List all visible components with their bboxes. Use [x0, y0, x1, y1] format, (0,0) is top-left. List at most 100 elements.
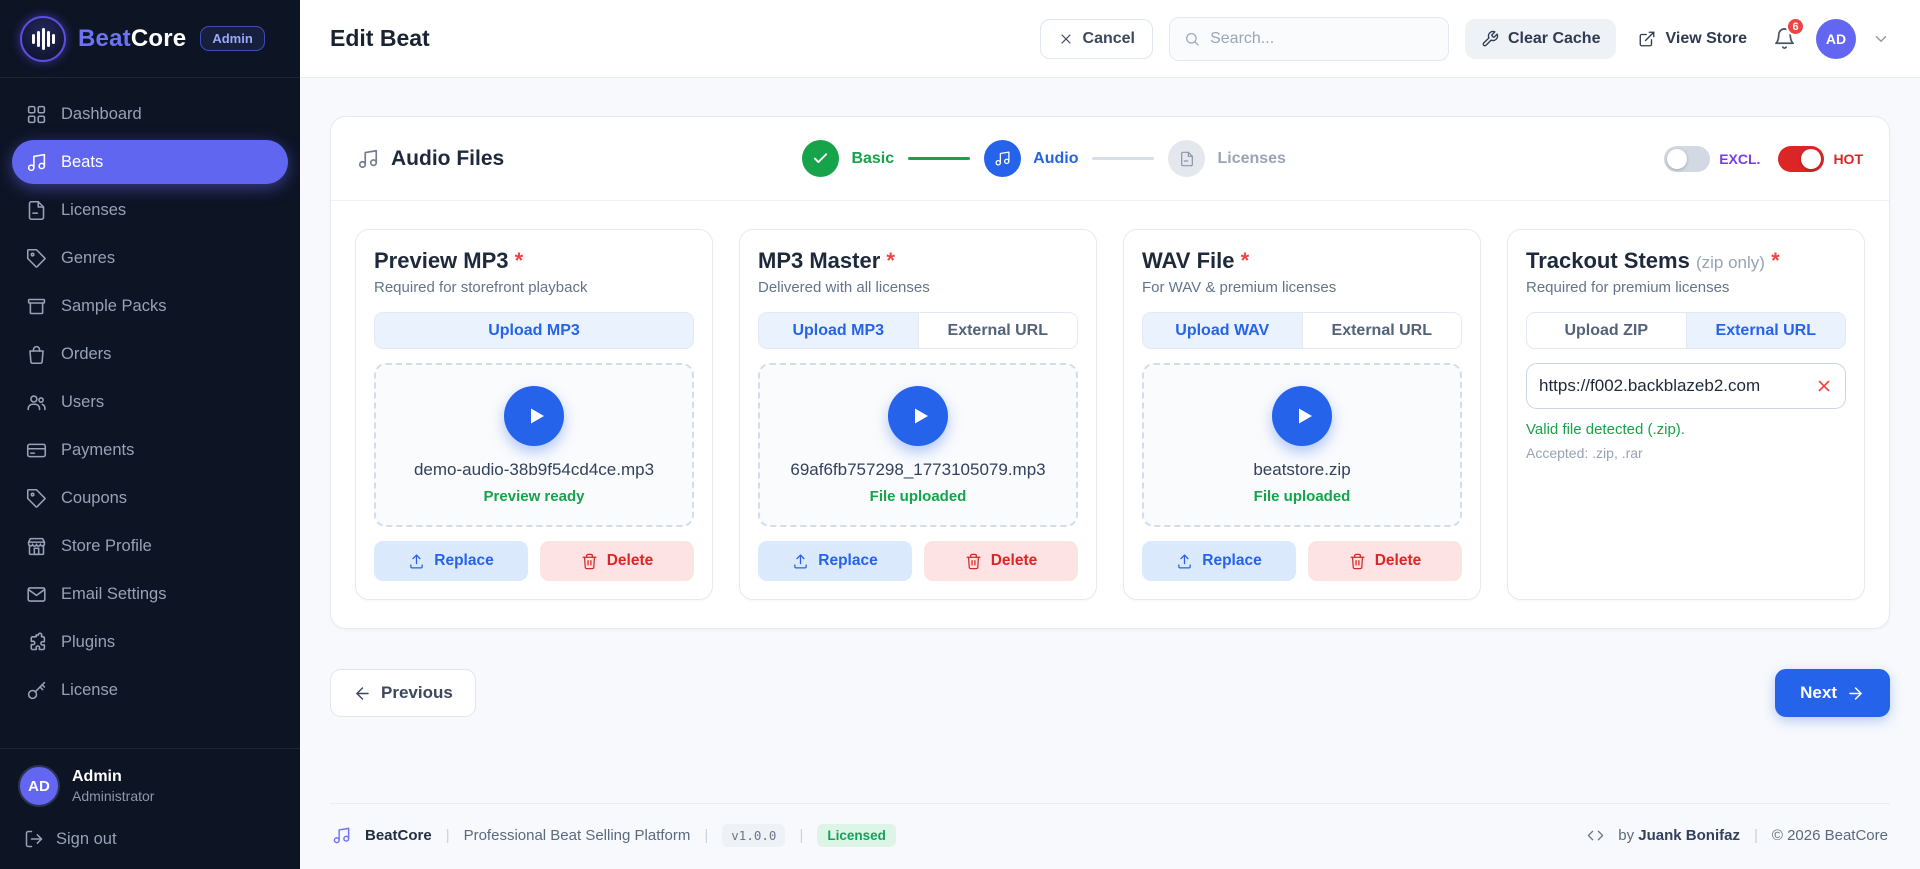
- tab-upload-wav[interactable]: Upload WAV: [1143, 313, 1302, 349]
- step-licenses[interactable]: Licenses: [1168, 140, 1286, 177]
- file-cards-grid: Preview MP3 * Required for storefront pl…: [331, 201, 1889, 628]
- tools-icon: [1481, 30, 1499, 48]
- delete-button[interactable]: Delete: [540, 541, 694, 582]
- user-role: Administrator: [72, 788, 155, 804]
- sidebar-item-email-settings[interactable]: Email Settings: [12, 572, 288, 616]
- notifications-button[interactable]: 6: [1769, 17, 1805, 54]
- main-column: Edit Beat Cancel Clear Cache View Store …: [300, 0, 1920, 869]
- search-input[interactable]: [1210, 29, 1434, 48]
- file-name: beatstore.zip: [1253, 459, 1351, 479]
- cancel-button[interactable]: Cancel: [1039, 18, 1153, 59]
- play-button[interactable]: [1272, 385, 1332, 446]
- code-icon: [1587, 827, 1604, 844]
- card-title: Trackout Stems (zip only) *: [1526, 248, 1780, 273]
- card-subtitle: Required for storefront playback: [374, 279, 588, 297]
- envelope-icon: [26, 584, 47, 605]
- sidebar-item-genres[interactable]: Genres: [12, 236, 288, 280]
- clear-cache-button[interactable]: Clear Cache: [1464, 18, 1617, 59]
- play-icon: [1292, 404, 1316, 428]
- card-subtitle: Delivered with all licenses: [758, 279, 930, 297]
- play-button[interactable]: [888, 385, 948, 446]
- sidebar-item-orders[interactable]: Orders: [12, 332, 288, 376]
- check-icon: [802, 140, 840, 177]
- exclusive-toggle[interactable]: EXCL.: [1664, 145, 1760, 172]
- admin-badge: Admin: [200, 26, 265, 51]
- toggle-on-switch[interactable]: [1778, 145, 1825, 172]
- tab-upload-mp3[interactable]: Upload MP3: [375, 313, 693, 349]
- file-dropzone[interactable]: beatstore.zip File uploaded: [1142, 363, 1462, 528]
- card-title: WAV File *: [1142, 248, 1250, 273]
- replace-button[interactable]: Replace: [374, 541, 528, 582]
- document-icon: [1168, 140, 1206, 177]
- play-button[interactable]: [504, 385, 564, 446]
- shopping-bag-icon: [26, 344, 47, 365]
- file-dropzone[interactable]: demo-audio-38b9f54cd4ce.mp3 Preview read…: [374, 363, 694, 528]
- upload-icon: [408, 553, 425, 570]
- sidebar-item-sample-packs[interactable]: Sample Packs: [12, 284, 288, 328]
- version-badge: v1.0.0: [722, 824, 786, 847]
- sidebar-item-dashboard[interactable]: Dashboard: [12, 92, 288, 136]
- toggle-off-switch[interactable]: [1664, 145, 1711, 172]
- chevron-down-icon[interactable]: [1872, 30, 1890, 48]
- sidebar-item-coupons[interactable]: Coupons: [12, 476, 288, 520]
- footer-copyright: © 2026 BeatCore: [1771, 827, 1888, 844]
- wav-file-card: WAV File * For WAV & premium licenses Up…: [1123, 229, 1481, 601]
- view-store-button[interactable]: View Store: [1632, 20, 1753, 58]
- upload-tabs: Upload WAV External URL: [1142, 312, 1462, 350]
- hot-toggle[interactable]: HOT: [1778, 145, 1863, 172]
- external-url-input[interactable]: [1539, 376, 1807, 397]
- delete-button[interactable]: Delete: [1308, 541, 1462, 582]
- upload-tabs: Upload MP3: [374, 312, 694, 350]
- upload-tabs: Upload ZIP External URL: [1526, 312, 1846, 350]
- replace-button[interactable]: Replace: [1142, 541, 1296, 582]
- sidebar-item-beats[interactable]: Beats: [12, 140, 288, 184]
- upload-icon: [1176, 553, 1193, 570]
- card-title: MP3 Master *: [758, 248, 895, 273]
- sign-out-icon: [24, 829, 44, 849]
- upload-icon: [792, 553, 809, 570]
- sidebar-item-license[interactable]: License: [12, 668, 288, 712]
- step-basic[interactable]: Basic: [802, 140, 894, 177]
- search-box: [1168, 16, 1449, 61]
- tab-upload-mp3[interactable]: Upload MP3: [759, 313, 918, 349]
- external-link-icon: [1638, 30, 1656, 48]
- next-button[interactable]: Next: [1775, 669, 1890, 718]
- user-profile[interactable]: AD Admin Administrator: [18, 765, 282, 807]
- previous-button[interactable]: Previous: [330, 669, 476, 718]
- licensed-badge: Licensed: [817, 824, 896, 847]
- step-connector: [908, 157, 971, 160]
- sidebar-item-plugins[interactable]: Plugins: [12, 620, 288, 664]
- sidebar-user-area: AD Admin Administrator Sign out: [0, 748, 300, 869]
- step-audio[interactable]: Audio: [984, 140, 1078, 177]
- sign-out-button[interactable]: Sign out: [18, 823, 282, 857]
- music-note-icon: [984, 140, 1022, 177]
- user-name: Admin: [72, 768, 122, 785]
- clear-url-icon[interactable]: [1815, 377, 1833, 395]
- key-icon: [26, 680, 47, 701]
- mp3-master-card: MP3 Master * Delivered with all licenses…: [739, 229, 1097, 601]
- sidebar-item-licenses[interactable]: Licenses: [12, 188, 288, 232]
- card-title: Preview MP3 *: [374, 248, 524, 273]
- header-avatar[interactable]: AD: [1816, 18, 1856, 59]
- box-icon: [26, 296, 47, 317]
- play-icon: [908, 404, 932, 428]
- tab-upload-zip[interactable]: Upload ZIP: [1527, 313, 1686, 349]
- preview-mp3-card: Preview MP3 * Required for storefront pl…: [355, 229, 713, 601]
- music-note-icon: [357, 148, 379, 170]
- sidebar-item-payments[interactable]: Payments: [12, 428, 288, 472]
- upload-tabs: Upload MP3 External URL: [758, 312, 1078, 350]
- tab-external-url[interactable]: External URL: [1301, 313, 1461, 349]
- file-dropzone[interactable]: 69af6fb757298_1773105079.mp3 File upload…: [758, 363, 1078, 528]
- tab-external-url[interactable]: External URL: [1685, 313, 1845, 349]
- replace-button[interactable]: Replace: [758, 541, 912, 582]
- footer: BeatCore | Professional Beat Selling Pla…: [330, 803, 1890, 869]
- delete-button[interactable]: Delete: [924, 541, 1078, 582]
- sidebar-nav: Dashboard Beats Licenses Genres Sample P…: [0, 78, 300, 748]
- file-status: File uploaded: [1253, 487, 1351, 505]
- tag-icon: [26, 488, 47, 509]
- file-name: 69af6fb757298_1773105079.mp3: [790, 459, 1046, 479]
- sidebar-item-users[interactable]: Users: [12, 380, 288, 424]
- tab-external-url[interactable]: External URL: [917, 313, 1077, 349]
- music-note-icon: [26, 152, 47, 173]
- sidebar-item-store-profile[interactable]: Store Profile: [12, 524, 288, 568]
